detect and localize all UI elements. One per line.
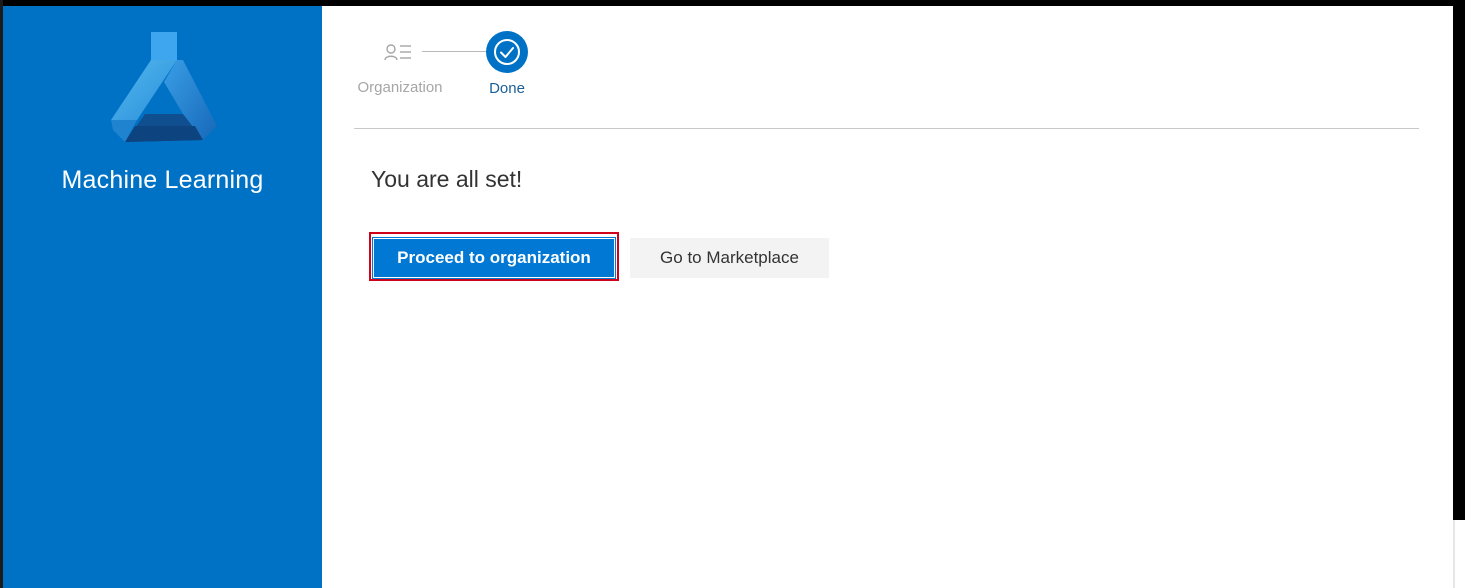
checkmark-circle-icon bbox=[486, 31, 528, 73]
sidebar: Machine Learning bbox=[3, 6, 322, 588]
step-organization-label: Organization bbox=[357, 79, 443, 96]
go-to-marketplace-button[interactable]: Go to Marketplace bbox=[630, 238, 829, 278]
app-name: Machine Learning bbox=[61, 166, 264, 194]
stepper-connector bbox=[422, 51, 486, 52]
app-window: Machine Learning Organization Done You a… bbox=[0, 0, 1465, 588]
flask-icon bbox=[111, 30, 217, 146]
main-content: Organization Done You are all set! Proce… bbox=[322, 6, 1453, 588]
divider bbox=[354, 128, 1419, 129]
page-heading: You are all set! bbox=[371, 166, 523, 192]
window-right-shadow bbox=[1453, 0, 1465, 520]
setup-stepper: Organization Done bbox=[352, 31, 552, 104]
step-done-label: Done bbox=[489, 80, 525, 97]
person-list-icon bbox=[384, 43, 414, 63]
proceed-to-organization-button[interactable]: Proceed to organization bbox=[372, 237, 616, 279]
